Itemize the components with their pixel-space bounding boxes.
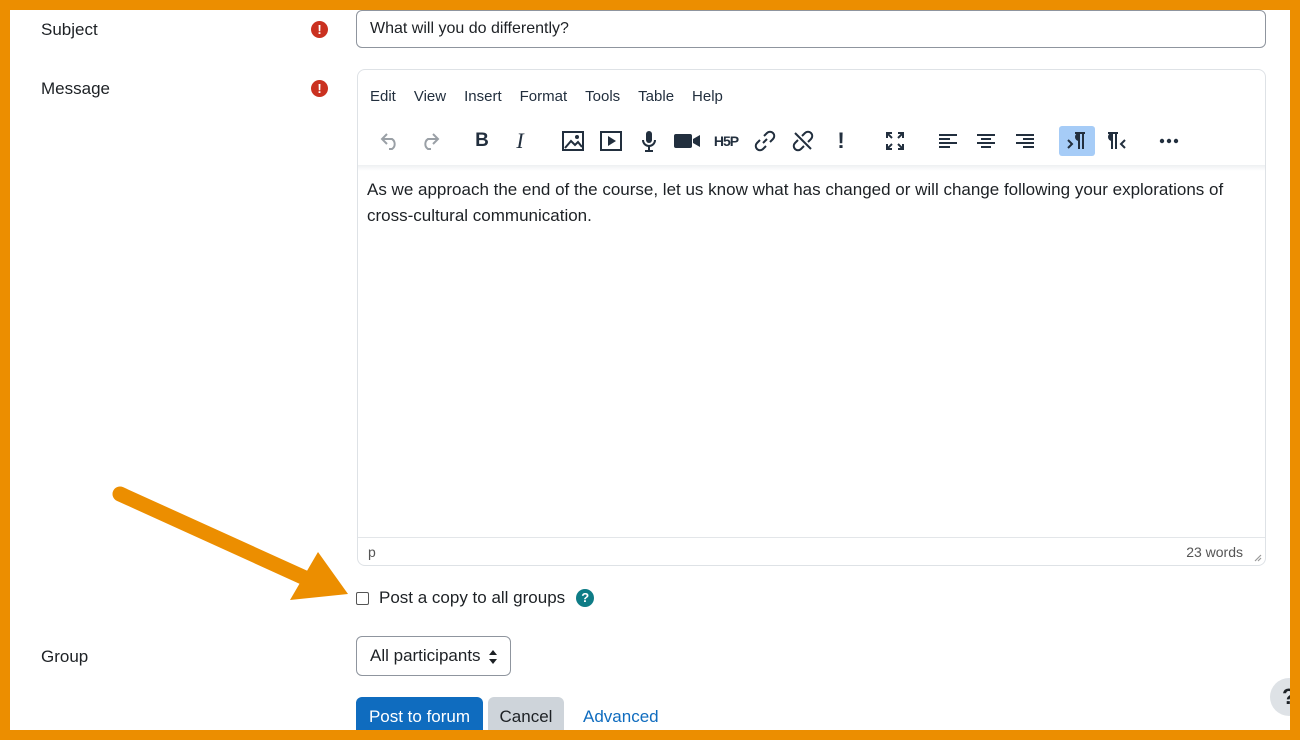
annotation-arrow-icon [112,486,348,600]
